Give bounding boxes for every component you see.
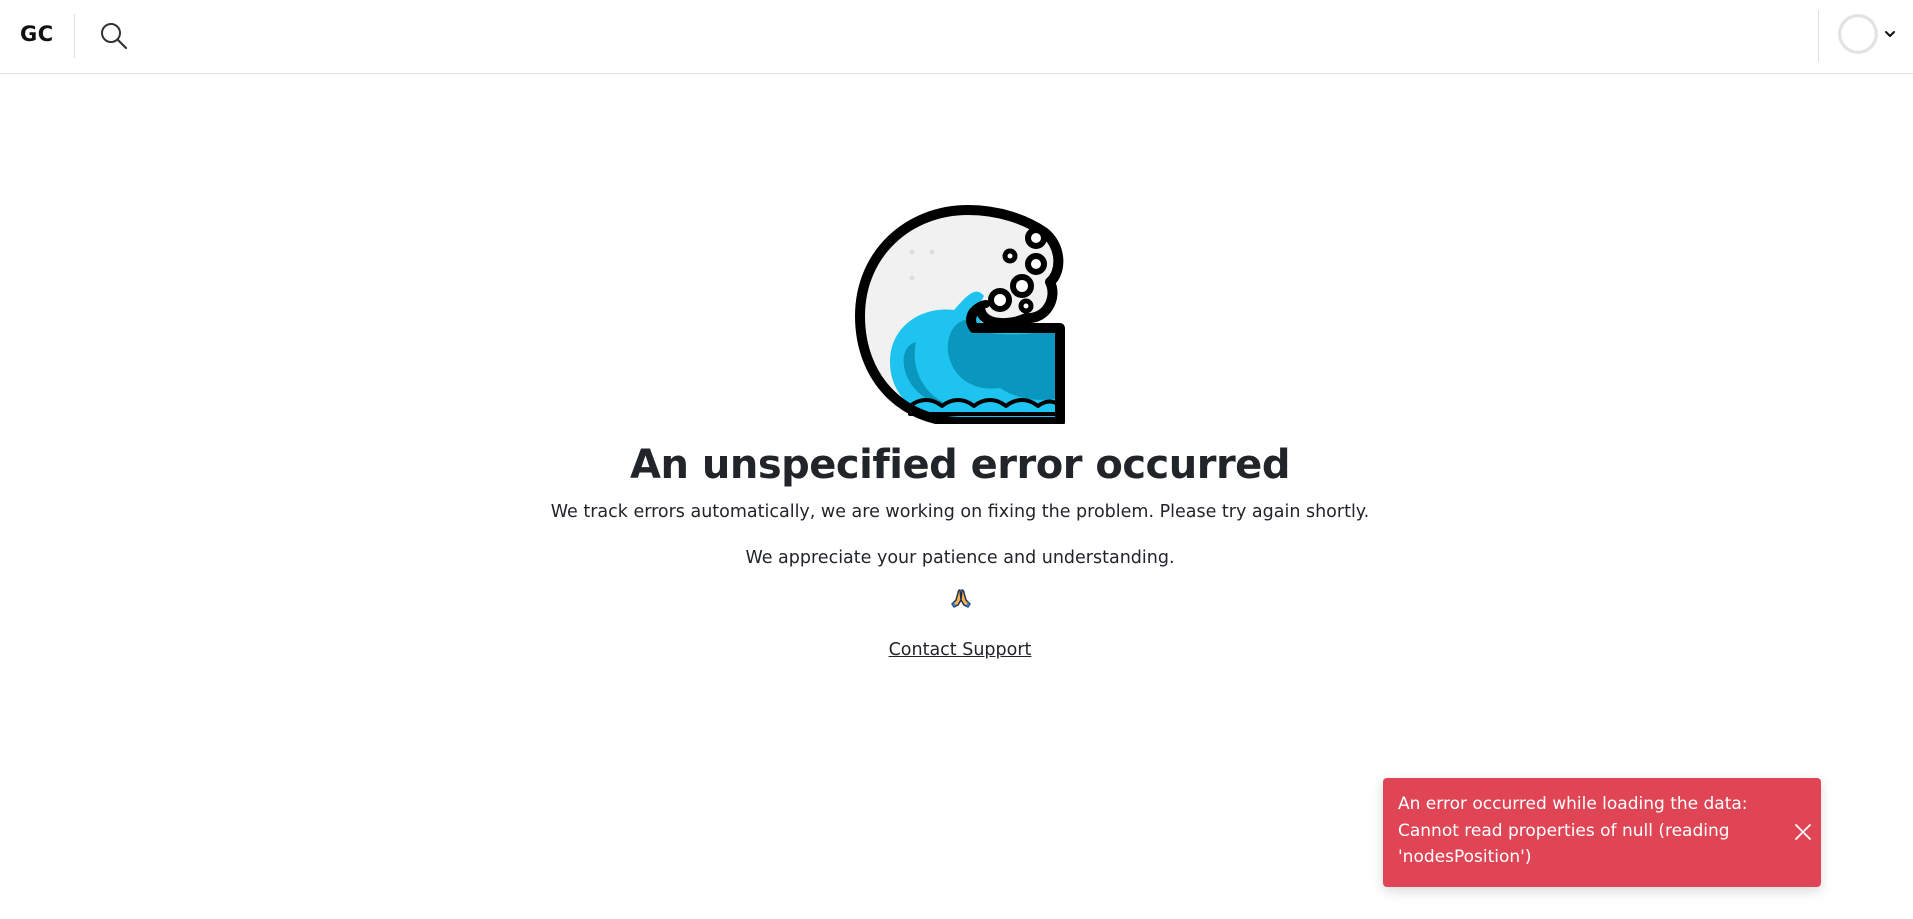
top-navbar: GC [0, 0, 1913, 74]
search-button[interactable] [98, 20, 130, 52]
wave-icon [850, 202, 1072, 427]
app-logo[interactable]: GC [20, 22, 54, 46]
avatar [1838, 14, 1878, 54]
error-description: We track errors automatically, we are wo… [550, 502, 1370, 522]
user-menu-button[interactable] [1838, 14, 1898, 56]
contact-support-link[interactable]: Contact Support [889, 640, 1032, 660]
divider [1818, 10, 1819, 62]
error-thanks-text: We appreciate your patience and understa… [745, 548, 1175, 568]
toast-message: An error occurred while loading the data… [1398, 794, 1748, 867]
error-toast: An error occurred while loading the data… [1383, 778, 1821, 887]
chevron-down-icon [1885, 31, 1895, 37]
folded-hands-icon [949, 586, 973, 610]
divider [74, 14, 75, 58]
close-icon [1795, 824, 1811, 840]
toast-close-button[interactable] [1793, 822, 1813, 842]
error-title: An unspecified error occurred [630, 442, 1290, 488]
search-icon [101, 23, 128, 50]
